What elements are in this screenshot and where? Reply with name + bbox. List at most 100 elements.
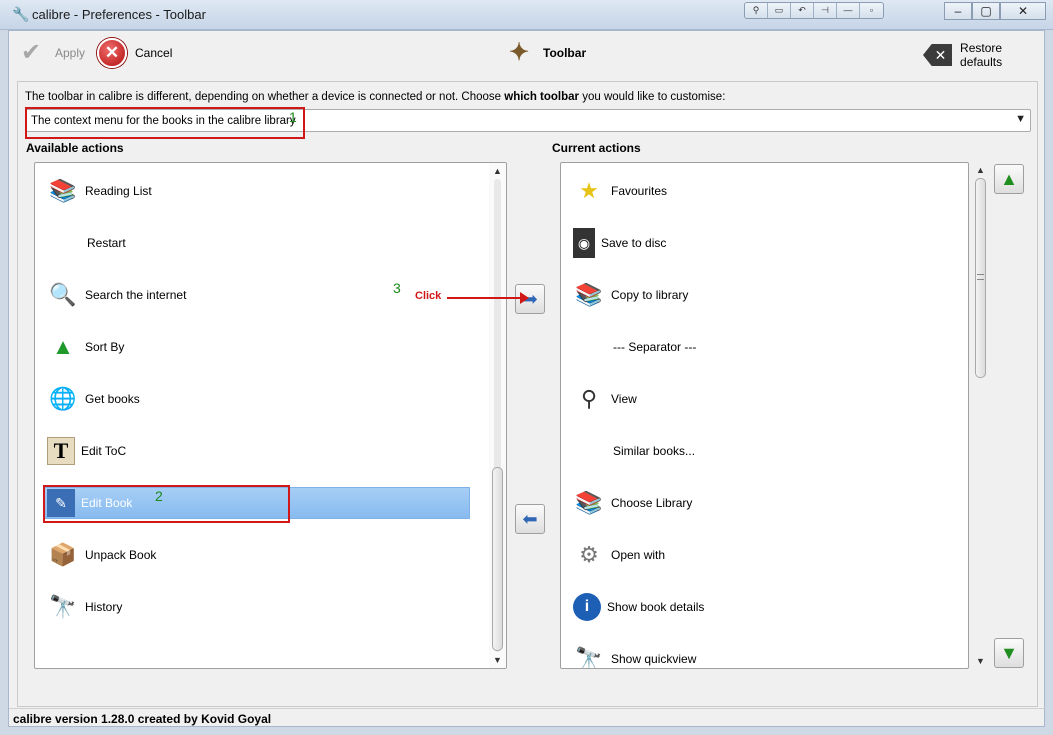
list-item[interactable]: ⚲ View — [573, 383, 968, 415]
scroll-down-icon[interactable]: ▼ — [972, 653, 989, 669]
available-scrollbar[interactable]: ▲ ▼ — [489, 163, 506, 668]
item-label: Similar books... — [613, 444, 696, 458]
list-item[interactable]: 🔭 History — [47, 591, 477, 623]
item-label: Sort By — [85, 340, 125, 354]
dot-icon[interactable]: ▫ — [860, 3, 883, 18]
item-label: Unpack Book — [85, 548, 157, 562]
info-icon: i — [573, 593, 601, 621]
current-actions-list[interactable]: ★ Favourites ◉ Save to disc 📚 Copy to li… — [560, 162, 969, 669]
maximize-button[interactable]: ▢ — [972, 2, 1000, 20]
item-label: Save to disc — [601, 236, 667, 250]
move-up-button[interactable]: ▲ — [994, 164, 1024, 194]
binoculars-icon: 🔭 — [49, 594, 77, 619]
wand-icon: ✦ — [508, 39, 530, 66]
dialog-client: ✔ Apply ✕ Cancel ✦ Toolbar ✕ Restore def… — [8, 30, 1046, 728]
item-label: History — [85, 600, 123, 614]
window-title: calibre - Preferences - Toolbar — [32, 7, 206, 22]
choose-bold: which toolbar — [504, 91, 580, 103]
annotation-box-1 — [25, 107, 305, 139]
letter-tile-icon: T — [47, 437, 75, 465]
item-label: Restart — [87, 236, 126, 250]
split-icon[interactable]: ⊣ — [814, 3, 837, 18]
title-tools: ⚲ ▭ ↶ ⊣ — ▫ — [744, 2, 884, 19]
annotation-number-1: 1 — [289, 109, 297, 125]
list-item[interactable]: 📚 Choose Library — [573, 487, 968, 519]
list-item[interactable]: 📦 Unpack Book — [47, 539, 477, 571]
current-scrollbar[interactable]: ▲ ▼ — [972, 162, 989, 669]
scroll-up-icon[interactable]: ▲ — [972, 162, 989, 178]
list-item[interactable]: i Show book details — [573, 591, 968, 623]
item-label: Edit ToC — [81, 444, 127, 458]
cancel-button[interactable]: ✕ Cancel — [97, 38, 172, 68]
magnifier-globe-icon: 🔍 — [49, 282, 77, 307]
list-item[interactable]: 🌐 Get books — [47, 383, 477, 415]
books-icon: 📚 — [49, 178, 77, 203]
triangle-up-icon: ▲ — [1000, 168, 1018, 189]
current-actions-label: Current actions — [552, 141, 641, 155]
status-bar: calibre version 1.28.0 created by Kovid … — [9, 708, 1046, 728]
green-triangle-icon: ▲ — [52, 334, 74, 359]
list-item[interactable]: ▲ Sort By — [47, 331, 477, 363]
annotation-number-2: 2 — [155, 488, 163, 504]
item-label: Choose Library — [611, 496, 693, 510]
checkmark-icon: ✔ — [21, 39, 42, 66]
annotation-box-2 — [43, 485, 290, 523]
title-bar: 🔧 calibre - Preferences - Toolbar ⚲ ▭ ↶ … — [0, 0, 1053, 30]
item-label: Copy to library — [611, 288, 689, 302]
annotation-number-3: 3 — [393, 280, 401, 296]
item-label: Favourites — [611, 184, 668, 198]
dash-icon[interactable]: — — [837, 3, 860, 18]
page-heading: ✦ Toolbar — [503, 37, 586, 69]
version-text: calibre version 1.28.0 created by Kovid … — [13, 712, 272, 726]
list-item[interactable]: 📚 Copy to library — [573, 279, 968, 311]
arrow-left-icon: ⬅ — [522, 508, 538, 529]
list-item[interactable]: ◉ Save to disc — [573, 227, 968, 259]
available-actions-label: Available actions — [26, 141, 124, 155]
list-item[interactable]: 🔭 Show quickview — [573, 643, 968, 668]
cancel-icon: ✕ — [97, 38, 127, 68]
close-button[interactable]: ✕ — [1000, 2, 1046, 20]
list-item[interactable]: ⚙ Open with — [573, 539, 968, 571]
list-item[interactable]: ★ Favourites — [573, 175, 968, 207]
remove-action-button[interactable]: ⬅ — [515, 504, 545, 534]
gears-icon: ⚙ — [579, 542, 599, 567]
apply-label: Apply — [55, 46, 86, 60]
list-item[interactable]: 🔍 Search the internet — [47, 279, 477, 311]
list-item[interactable]: 📚 Reading List — [47, 175, 477, 207]
list-item[interactable]: Restart — [47, 227, 477, 259]
minimize-button[interactable]: ‒ — [944, 2, 972, 20]
available-actions-list[interactable]: 📚 Reading List Restart 🔍 Search the inte… — [34, 162, 507, 669]
annotation-arrow — [447, 292, 529, 304]
item-label: View — [611, 392, 637, 406]
move-down-button[interactable]: ▼ — [994, 638, 1024, 668]
globe-icon: 🌐 — [49, 386, 77, 411]
cancel-label: Cancel — [135, 46, 173, 60]
item-label: --- Separator --- — [613, 340, 697, 354]
choose-prefix: The toolbar in calibre is different, dep… — [25, 91, 505, 103]
item-label: Open with — [611, 548, 666, 562]
page-title: Toolbar — [543, 46, 587, 60]
restore-defaults-button[interactable]: ✕ Restore defaults — [923, 41, 1044, 69]
list-item[interactable]: --- Separator --- — [573, 331, 968, 363]
star-icon: ★ — [579, 178, 599, 203]
list-item[interactable]: Similar books... — [573, 435, 968, 467]
library-books-icon: 📚 — [575, 282, 603, 307]
window-icon[interactable]: ▭ — [768, 3, 791, 18]
window-controls: ‒ ▢ ✕ — [944, 2, 1046, 20]
library-books-icon: 📚 — [575, 490, 603, 515]
scroll-grip — [977, 274, 984, 280]
item-label: Get books — [85, 392, 140, 406]
choose-suffix: you would like to customise: — [579, 91, 726, 103]
chevron-down-icon[interactable]: ▼ — [1015, 113, 1026, 125]
pin-icon[interactable]: ⚲ — [745, 3, 768, 18]
scroll-up-icon[interactable]: ▲ — [489, 163, 506, 179]
scroll-down-icon[interactable]: ▼ — [489, 652, 506, 668]
list-item[interactable]: T Edit ToC — [47, 435, 477, 467]
undo-icon[interactable]: ↶ — [791, 3, 814, 18]
scroll-thumb[interactable] — [492, 467, 503, 651]
disc-icon: ◉ — [573, 228, 595, 258]
click-annotation: Click — [415, 290, 442, 302]
item-label: Show quickview — [611, 652, 697, 666]
apply-button[interactable]: ✔ Apply — [21, 41, 85, 65]
item-label: Reading List — [85, 184, 152, 198]
